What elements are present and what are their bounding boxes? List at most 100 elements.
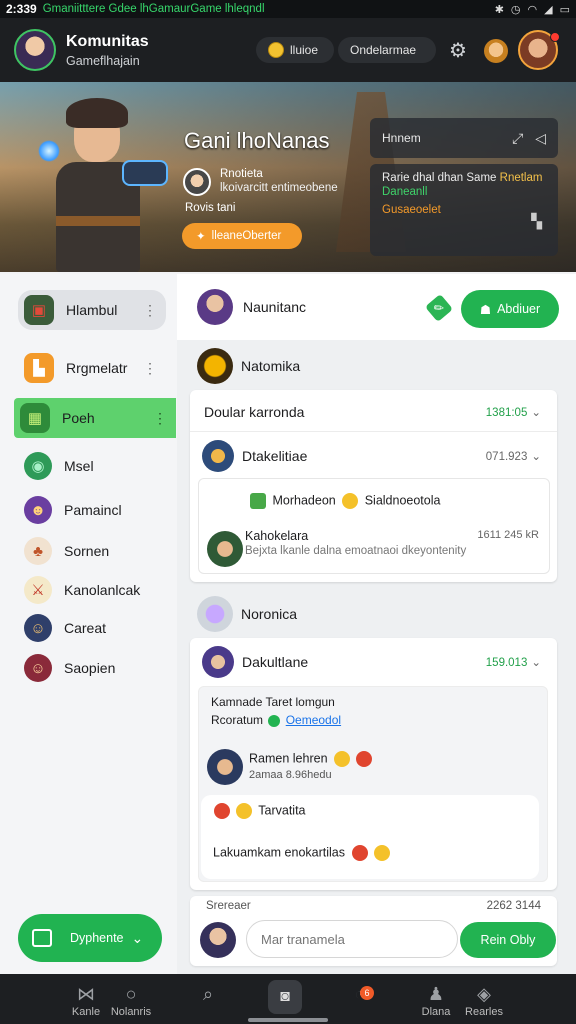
sidebar-cta-button[interactable]: Dyphente ⌄ xyxy=(18,914,162,962)
sparkle-icon: ✦ xyxy=(196,231,206,243)
coins-label: lluioe xyxy=(290,43,319,57)
warrior-icon: ☺ xyxy=(24,614,52,642)
banner-card2-line2: Daneanll xyxy=(382,186,428,198)
quote-link[interactable]: Oemeodol xyxy=(286,713,341,727)
battery-icon: ▭ xyxy=(559,3,570,16)
sidebar-item-poeh[interactable]: ▦ Poeh ⋮ xyxy=(14,398,176,438)
sidebar-item-saopien[interactable]: ☺ Saopien xyxy=(18,648,166,688)
camera-icon[interactable]: ◙ xyxy=(268,980,302,1014)
thread-replies: Kamnade Taret lomgun Rcoratum Oemeodol R… xyxy=(198,686,548,882)
game-emoji-icon xyxy=(250,493,266,509)
group-header-natomika[interactable]: Natomika xyxy=(197,346,300,386)
nav-item-search[interactable]: ⌕ xyxy=(194,984,222,1004)
thread-title: Dtakelitiae xyxy=(242,448,308,464)
share-icon[interactable]: ◁ xyxy=(535,130,546,146)
banner-card1-label: Hnnem xyxy=(382,131,421,145)
comment-avatar[interactable] xyxy=(207,531,243,567)
composer-counter: 2262 3144 xyxy=(486,900,541,912)
quote-line1: Kamnade Taret lomgun xyxy=(211,695,335,709)
chevron-down-icon[interactable]: ⌄ xyxy=(531,657,541,669)
user-avatar[interactable] xyxy=(197,289,233,325)
alarm-icon: ◷ xyxy=(510,3,521,16)
game-block-icon: ▣ xyxy=(24,295,54,325)
nav-item-dlana[interactable]: ♟ Dlana xyxy=(418,984,454,1018)
sidebar-item-msel[interactable]: ◉ Msel xyxy=(18,446,166,486)
more-icon[interactable]: ⋮ xyxy=(153,410,167,427)
smile-emoji-icon xyxy=(342,493,359,509)
thread-row[interactable]: Dtakelitiae 071.923 ⌄ xyxy=(190,436,557,476)
gear-icon[interactable]: ⚙ xyxy=(449,38,467,63)
home-indicator[interactable] xyxy=(248,1018,328,1022)
banner-author-desc: lkoivarcitt entimeobene xyxy=(220,182,338,194)
thread-row[interactable]: Dakultlane 159.013 ⌄ xyxy=(190,642,557,682)
edit-icon[interactable]: ✎ xyxy=(424,293,454,323)
thread-avatar[interactable] xyxy=(202,646,234,678)
follow-button[interactable]: ☗ Abdiuer xyxy=(461,290,559,328)
sidebar-item-label: Sornen xyxy=(64,543,110,559)
more-icon[interactable]: ⋮ xyxy=(143,360,157,377)
banner-card2-line1: Rarie dhal dhan Same Rnetlam xyxy=(382,172,546,184)
bottom-navigation: ⋈ Kanle ○ Nolanris ⌕ ◙ ◔ 6 ♟ Dlana ◈ Rea… xyxy=(0,974,576,1024)
nav-item-nolanris[interactable]: ○ Nolanris xyxy=(106,984,156,1018)
sidebar-item-label: Pamaincl xyxy=(64,502,122,518)
main-feed: Naunitanc ✎ ☗ Abdiuer Natomika Doular ka… xyxy=(177,274,576,974)
sidebar-item-rrgmelatr[interactable]: ▙ Rrgmelatr ⋮ xyxy=(18,348,166,388)
sidebar-item-hlambul[interactable]: ▣ Hlambul ⋮ xyxy=(18,290,166,330)
mage-icon: ☻ xyxy=(24,496,52,524)
chevron-down-icon[interactable]: ⌄ xyxy=(531,451,541,463)
hero-banner: Gani lhoNanas Rnotieta lkoivarcitt entim… xyxy=(0,82,576,272)
sidebar-cta-label: Dyphente xyxy=(70,931,124,945)
banner-stats-card: Rarie dhal dhan Same Rnetlam Daneanll Gu… xyxy=(370,164,558,256)
banner-card2-line1-accent: Rnetlam xyxy=(499,172,543,184)
banner-card2-line1-text: Rarie dhal dhan Same xyxy=(382,172,497,184)
banner-info-card[interactable]: Hnnem ⤢ ◁ xyxy=(370,118,558,158)
chip-icon: ▚ xyxy=(531,213,542,229)
thread-replies: Morhadeon Sialdnoeotola Kahokelara 1611 … xyxy=(198,478,550,574)
link-icons: ⤢ ◁ xyxy=(512,130,546,147)
reply-name: Ramen lehren xyxy=(249,751,328,766)
sidebar-item-label: Saopien xyxy=(64,660,116,676)
profile-mini-avatar[interactable] xyxy=(484,39,508,63)
coins-pill[interactable]: lluioe xyxy=(256,37,334,63)
banner-cta-button[interactable]: ✦ lleaneOberter xyxy=(182,223,302,249)
community-avatar[interactable] xyxy=(14,29,56,71)
emoji-icon xyxy=(214,803,230,819)
nav-label: Nolanris xyxy=(110,1006,152,1018)
sidebar-item-sornen[interactable]: ♣ Sornen xyxy=(18,531,166,571)
more-icon[interactable]: ⋮ xyxy=(143,302,157,319)
sidebar-item-pamaincl[interactable]: ☻ Pamaincl xyxy=(18,490,166,530)
reply-avatar[interactable] xyxy=(207,749,243,785)
composer-label: Srereaer xyxy=(206,900,251,912)
hero-glow xyxy=(38,140,60,162)
reply-sub: 2amaa 8.96hedu xyxy=(249,769,332,781)
user-add-icon: ☗ xyxy=(479,302,492,317)
thread-row[interactable]: Doular karronda 1381:05 ⌄ xyxy=(190,392,557,432)
send-button[interactable]: Rein Obly xyxy=(460,922,556,958)
sidebar-item-label: Poeh xyxy=(62,410,95,426)
nav-item-rearles[interactable]: ◈ Rearles xyxy=(462,984,506,1018)
thread-card: Dakultlane 159.013 ⌄ Kamnade Taret lomgun… xyxy=(190,638,557,890)
chevron-down-icon[interactable]: ⌄ xyxy=(531,407,541,419)
emoji-icon xyxy=(373,845,390,861)
nav-item-kanle[interactable]: ⋈ Kanle xyxy=(66,984,106,1018)
header-subtitle: Gameflhajain xyxy=(66,53,140,68)
reaction-text2: Sialdnoeotola xyxy=(364,493,441,508)
sidebar-item-kanolanlcak[interactable]: ⚔ Kanolanlcak xyxy=(18,570,166,610)
comment-text: Bejxta lkanle dalna emoatnaoi dkeyonteni… xyxy=(245,545,467,557)
link-icon[interactable]: ⤢ xyxy=(512,130,523,146)
sidebar-item-label: Kanolanlcak xyxy=(64,582,141,598)
comment-input[interactable] xyxy=(246,920,458,958)
follow-label: Abdiuer xyxy=(497,302,541,316)
thread-title: Dakultlane xyxy=(242,654,309,670)
comment-time: 1611 245 kR xyxy=(477,529,539,541)
thread-avatar[interactable] xyxy=(202,440,234,472)
thread-meta: 159.013 ⌄ xyxy=(486,655,541,669)
group-header-noronica[interactable]: Noronica xyxy=(197,594,297,634)
header-titles: Komunitas Gameflhajain xyxy=(66,33,149,68)
bluetooth-icon: ✱ xyxy=(494,3,504,16)
sidebar-item-careat[interactable]: ☺ Careat xyxy=(18,608,166,648)
banner-author-avatar[interactable] xyxy=(183,168,211,196)
thread-meta-value: 071.923 xyxy=(485,451,528,463)
secondary-pill[interactable]: Ondelarmae xyxy=(338,37,436,63)
thread-meta: 1381:05 ⌄ xyxy=(486,405,541,419)
